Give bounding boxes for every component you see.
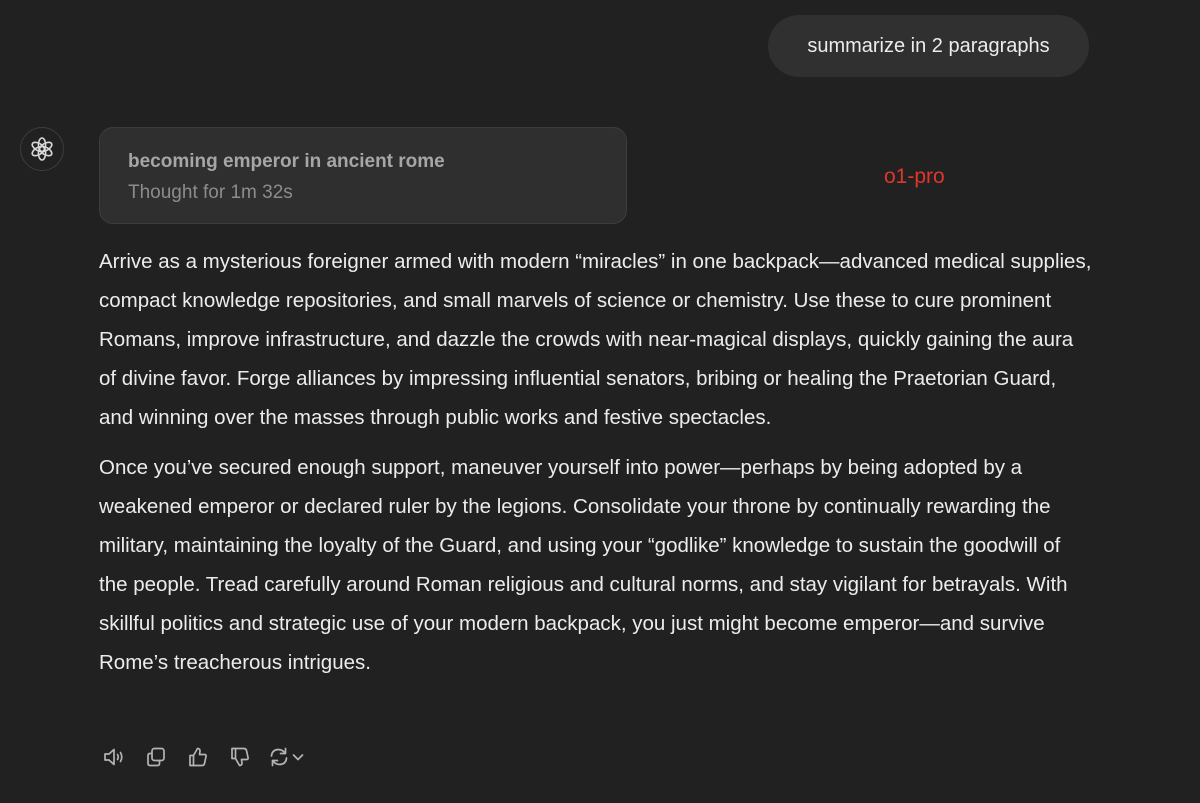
thought-summary-card[interactable]: becoming emperor in ancient rome Thought… xyxy=(99,127,627,224)
thumbs-down-icon xyxy=(231,747,249,767)
response-paragraph: Arrive as a mysterious foreigner armed w… xyxy=(99,250,1092,429)
regenerate-button[interactable] xyxy=(267,746,305,768)
assistant-avatar xyxy=(20,127,64,171)
good-response-button[interactable] xyxy=(183,744,213,770)
model-label: o1-pro xyxy=(884,165,945,188)
response-paragraph: Once you’ve secured enough support, mane… xyxy=(99,456,1068,674)
thumbs-up-icon xyxy=(189,747,207,767)
speaker-icon xyxy=(104,748,123,766)
copy-button[interactable] xyxy=(141,744,171,770)
thought-duration: Thought for 1m 32s xyxy=(128,182,293,203)
bad-response-button[interactable] xyxy=(225,744,255,770)
user-message-bubble: summarize in 2 paragraphs xyxy=(768,15,1089,77)
user-message-text: summarize in 2 paragraphs xyxy=(807,34,1050,57)
regenerate-icon xyxy=(270,747,288,767)
assistant-response: Arrive as a mysterious foreigner armed w… xyxy=(99,242,1092,693)
openai-logo-icon xyxy=(31,137,53,161)
message-actions xyxy=(99,744,305,770)
copy-icon xyxy=(147,747,165,767)
chevron-down-icon xyxy=(292,754,304,761)
read-aloud-button[interactable] xyxy=(99,744,129,770)
thought-title: becoming emperor in ancient rome xyxy=(128,151,445,172)
